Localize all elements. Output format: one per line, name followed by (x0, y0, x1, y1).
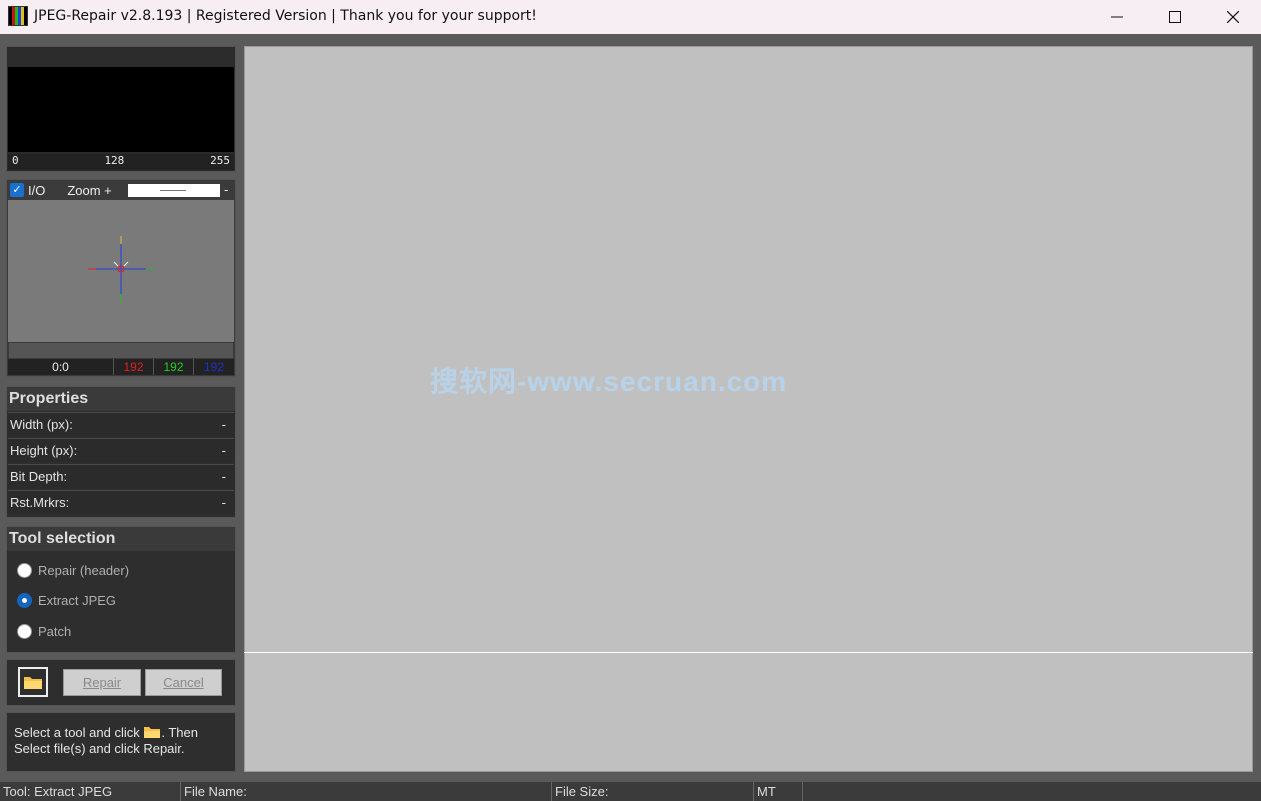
open-folder-button[interactable] (18, 667, 48, 697)
histogram-panel: 0 128 255 (6, 46, 236, 172)
hint-text-1b: . Then (161, 725, 198, 740)
tool-option-patch[interactable]: Patch (17, 624, 71, 639)
property-label: Rst.Mrkrs: (10, 495, 70, 510)
property-value: - (221, 443, 226, 458)
status-bar: Tool: Extract JPEG File Name: File Size:… (0, 782, 1261, 801)
close-button[interactable] (1204, 0, 1261, 34)
radio-extract-jpeg[interactable] (17, 593, 32, 608)
hint-line-2: Select file(s) and click Repair. (14, 741, 185, 756)
histogram-axis: 0 128 255 (8, 154, 234, 170)
title-bar: JPEG-Repair v2.8.193 | Registered Versio… (0, 0, 1261, 34)
hint-panel: Select a tool and click . Then Select fi… (6, 712, 236, 772)
red-value: 192 (114, 359, 154, 375)
close-icon (1227, 11, 1239, 23)
maximize-button[interactable] (1146, 0, 1204, 34)
folder-icon (144, 727, 161, 738)
cancel-button[interactable]: Cancel (145, 669, 222, 696)
app-icon (8, 6, 28, 26)
loupe-header: ✓ I/O Zoom + - (8, 181, 234, 199)
status-mode: MT (754, 782, 803, 801)
io-checkbox[interactable]: ✓ (10, 183, 24, 197)
histogram-axis-mid: 128 (104, 154, 125, 167)
image-preview[interactable] (244, 46, 1253, 772)
zoom-minus-label: - (224, 182, 229, 197)
histogram-header (8, 48, 234, 66)
zoom-label: Zoom + (67, 182, 112, 198)
hint-text-1a: Select a tool and click (14, 725, 140, 740)
pixel-readout: 0:0 192 192 192 (8, 359, 234, 375)
window-title: JPEG-Repair v2.8.193 | Registered Versio… (34, 8, 537, 24)
histogram-axis-max: 255 (210, 154, 230, 167)
property-row-width: Width (px): - (8, 412, 234, 436)
tool-selection-title: Tool selection (7, 527, 235, 551)
property-label: Height (px): (10, 443, 78, 458)
hint-line-1: Select a tool and click . Then (14, 725, 235, 741)
property-label: Width (px): (10, 417, 73, 432)
histogram-canvas (8, 67, 234, 152)
preview-divider (244, 652, 1253, 653)
tool-selection-panel: Tool selection Repair (header) Extract J… (6, 526, 236, 653)
green-value: 192 (154, 359, 194, 375)
radio-patch[interactable] (17, 624, 32, 639)
maximize-icon (1169, 11, 1181, 23)
property-row-rst-markers: Rst.Mrkrs: - (8, 490, 234, 514)
property-value: - (221, 469, 226, 484)
status-file-name: File Name: (181, 782, 552, 801)
tool-option-label: Repair (header) (38, 563, 130, 578)
tool-option-label: Extract JPEG (38, 593, 117, 608)
crosshair-icon (88, 236, 154, 302)
watermark: 搜软网-www.secruan.com (430, 366, 788, 397)
minimize-icon (1111, 16, 1123, 18)
property-value: - (221, 417, 226, 432)
property-label: Bit Depth: (10, 469, 68, 484)
status-file-size: File Size: (552, 782, 754, 801)
property-value: - (221, 495, 226, 510)
properties-title: Properties (7, 387, 235, 411)
repair-button[interactable]: Repair (63, 669, 141, 696)
loupe-panel: ✓ I/O Zoom + - 0:0 192 192 192 (6, 179, 236, 377)
status-extra (803, 782, 1261, 801)
loupe-view (8, 200, 234, 342)
coords-value: 0:0 (8, 359, 114, 375)
status-tool: Tool: Extract JPEG (0, 782, 181, 801)
property-row-bit-depth: Bit Depth: - (8, 464, 234, 488)
blue-value: 192 (203, 360, 225, 374)
io-label: I/O (28, 182, 46, 198)
tool-option-repair-header[interactable]: Repair (header) (17, 563, 129, 578)
properties-panel: Properties Width (px): - Height (px): - … (6, 386, 236, 518)
property-row-height: Height (px): - (8, 438, 234, 462)
tool-option-extract-jpeg[interactable]: Extract JPEG (17, 593, 116, 608)
zoom-slider[interactable] (128, 184, 220, 197)
folder-icon (24, 677, 42, 689)
radio-repair-header[interactable] (17, 563, 32, 578)
actions-panel: Repair Cancel (6, 659, 236, 706)
minimize-button[interactable] (1088, 0, 1146, 34)
tool-option-label: Patch (38, 624, 72, 639)
histogram-axis-min: 0 (12, 154, 19, 167)
loupe-scrollbar[interactable] (9, 343, 233, 358)
